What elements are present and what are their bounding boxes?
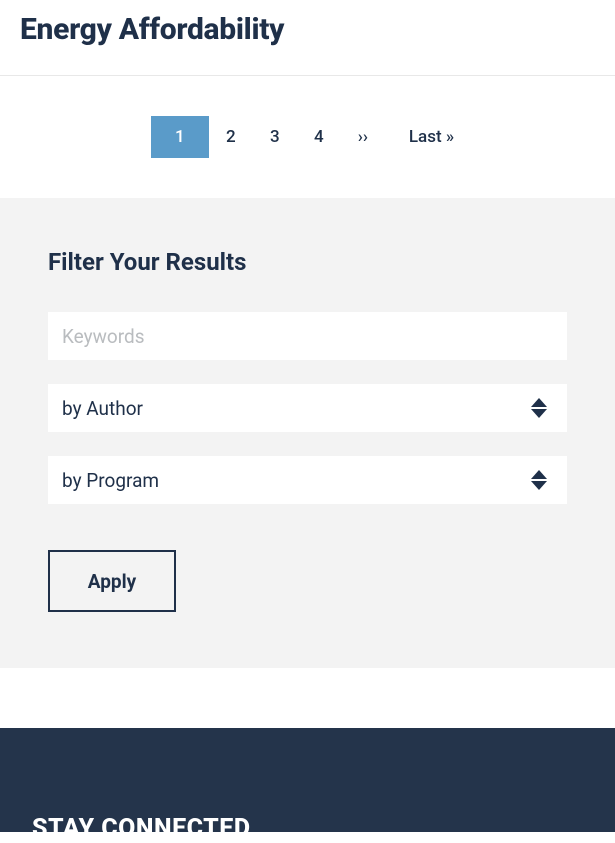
pager-next[interactable]: ››	[341, 116, 385, 158]
pager-page-3[interactable]: 3	[253, 116, 297, 158]
author-select[interactable]: by Author	[48, 384, 567, 432]
filter-section: Filter Your Results by Author by Program…	[0, 198, 615, 668]
pager-page-4[interactable]: 4	[297, 116, 341, 158]
header-section: Energy Affordability	[0, 0, 615, 76]
apply-button[interactable]: Apply	[48, 550, 176, 612]
sort-icon	[531, 398, 547, 418]
pager-page-1[interactable]: 1	[151, 116, 209, 158]
page-title: Energy Affordability	[20, 12, 595, 47]
gap-section	[0, 668, 615, 728]
footer-section: STAY CONNECTED	[0, 728, 615, 832]
pager-page-2[interactable]: 2	[209, 116, 253, 158]
footer-heading: STAY CONNECTED	[32, 814, 583, 843]
program-select[interactable]: by Program	[48, 456, 567, 504]
filter-heading: Filter Your Results	[48, 248, 567, 276]
pagination: 1 2 3 4 ›› Last »	[0, 76, 615, 198]
author-select-label: by Author	[62, 397, 143, 420]
program-select-label: by Program	[62, 469, 159, 492]
pager-last[interactable]: Last »	[399, 116, 464, 158]
sort-icon	[531, 470, 547, 490]
keywords-input[interactable]	[48, 312, 567, 360]
